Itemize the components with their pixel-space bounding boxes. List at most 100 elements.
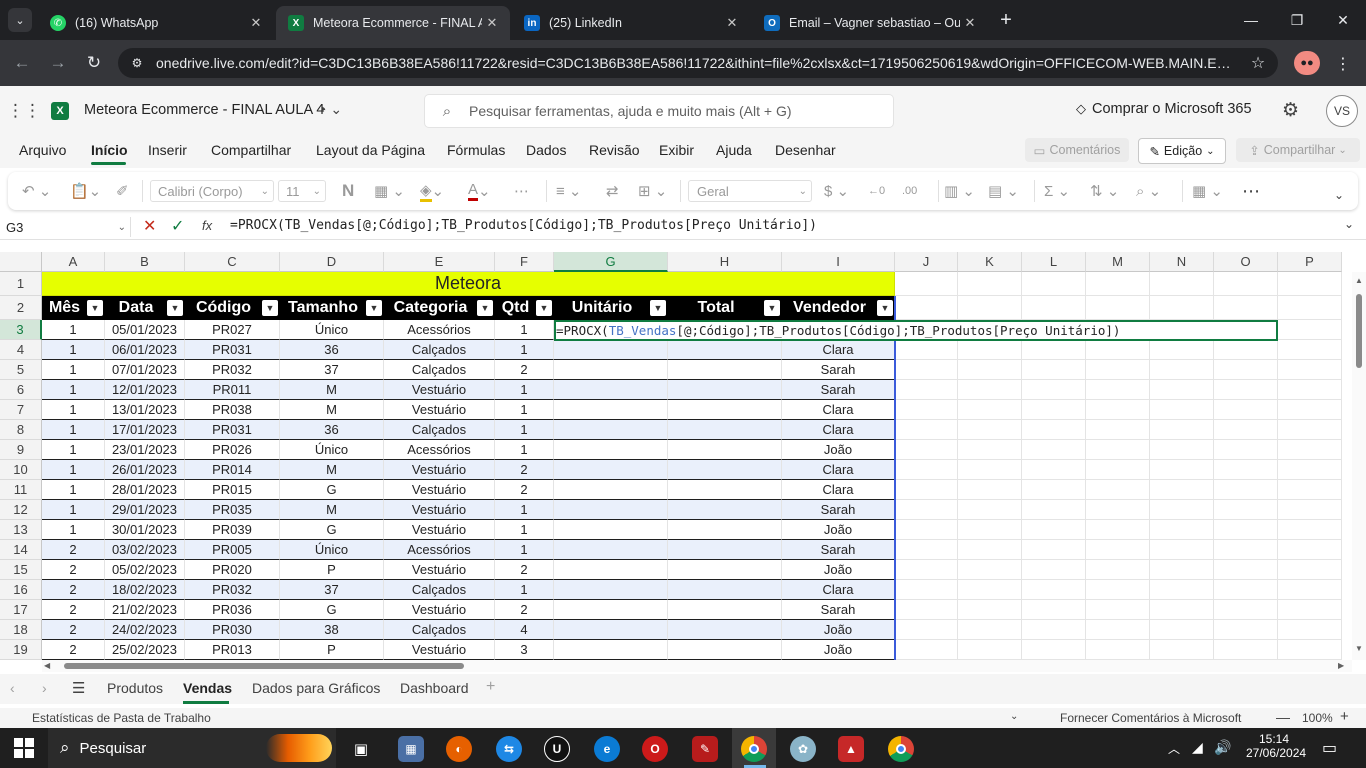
empty-cell[interactable] xyxy=(958,460,1022,480)
url-field[interactable]: ⚙ onedrive.live.com/edit?id=C3DC13B6B38E… xyxy=(118,48,1278,78)
tab-compartilhar[interactable]: Compartilhar xyxy=(211,142,291,158)
table-cell-data[interactable]: 25/02/2023 xyxy=(105,640,185,660)
table-cell-categoria[interactable]: Calçados xyxy=(384,360,495,380)
table-cell-empty[interactable] xyxy=(554,420,668,440)
table-cell-tamanho[interactable]: G xyxy=(280,480,384,500)
table-cell-tamanho[interactable]: Único xyxy=(280,540,384,560)
table-cell-categoria[interactable]: Calçados xyxy=(384,340,495,360)
name-box[interactable]: G3 ⌄ xyxy=(6,216,126,238)
empty-cell[interactable] xyxy=(895,560,958,580)
table-cell-codigo[interactable]: PR027 xyxy=(185,320,280,340)
chevron-down-icon[interactable]: ⌄ xyxy=(1010,711,1018,722)
table-cell-qtd[interactable]: 1 xyxy=(495,580,554,600)
empty-cell[interactable] xyxy=(895,400,958,420)
empty-cell[interactable] xyxy=(1214,620,1278,640)
table-cell-categoria[interactable]: Acessórios xyxy=(384,320,495,340)
unreal-icon[interactable]: U xyxy=(544,736,570,762)
table-cell-tamanho[interactable]: 36 xyxy=(280,420,384,440)
empty-cell[interactable] xyxy=(958,400,1022,420)
table-cell-categoria[interactable]: Vestuário xyxy=(384,460,495,480)
empty-cell[interactable] xyxy=(1214,420,1278,440)
row-header[interactable]: 12 xyxy=(0,500,42,520)
empty-cell[interactable] xyxy=(1086,620,1150,640)
sheet-title[interactable]: Meteora xyxy=(42,272,895,296)
table-cell-data[interactable]: 13/01/2023 xyxy=(105,400,185,420)
maximize-button[interactable]: ❐ xyxy=(1274,0,1320,40)
empty-cell[interactable] xyxy=(1022,620,1086,640)
empty-cell[interactable] xyxy=(895,272,958,296)
table-cell-tamanho[interactable]: M xyxy=(280,460,384,480)
filter-dropdown-icon[interactable]: ▼ xyxy=(87,300,103,316)
volume-icon[interactable]: 🔊 xyxy=(1214,739,1231,756)
row-header[interactable]: 6 xyxy=(0,380,42,400)
filter-dropdown-icon[interactable]: ▼ xyxy=(877,300,893,316)
empty-cell[interactable] xyxy=(895,640,958,660)
table-header-0[interactable]: Mês ▼ xyxy=(42,296,105,320)
table-cell-data[interactable]: 23/01/2023 xyxy=(105,440,185,460)
conditional-format-icon[interactable]: ▥ ⌄ xyxy=(944,180,975,202)
empty-cell[interactable] xyxy=(1086,296,1150,320)
filter-dropdown-icon[interactable]: ▼ xyxy=(650,300,666,316)
profile-avatar-icon[interactable]: ●● xyxy=(1294,51,1320,75)
row-header[interactable]: 14 xyxy=(0,540,42,560)
forward-button[interactable]: → xyxy=(43,48,73,78)
empty-cell[interactable] xyxy=(958,340,1022,360)
column-header-o[interactable]: O xyxy=(1214,252,1278,272)
find-icon[interactable]: ⌕ ⌄ xyxy=(1136,180,1161,202)
decrease-decimal-icon[interactable]: .00 xyxy=(902,180,917,202)
table-cell-qtd[interactable]: 2 xyxy=(495,480,554,500)
empty-cell[interactable] xyxy=(1086,640,1150,660)
comments-button[interactable]: ▭ Comentários xyxy=(1025,138,1129,162)
table-cell-codigo[interactable]: PR035 xyxy=(185,500,280,520)
taskbar-search[interactable]: ⌕ Pesquisar xyxy=(48,728,336,768)
tab-ajuda[interactable]: Ajuda xyxy=(716,142,752,158)
table-cell-codigo[interactable]: PR032 xyxy=(185,580,280,600)
increase-decimal-icon[interactable]: ←0 xyxy=(868,180,885,202)
empty-cell[interactable] xyxy=(1022,640,1086,660)
app-launcher-icon[interactable]: ⋮⋮ xyxy=(7,101,41,121)
format-as-table-icon[interactable]: ▤ ⌄ xyxy=(988,180,1019,202)
next-sheet-icon[interactable]: › xyxy=(42,680,47,696)
table-cell-mes[interactable]: 2 xyxy=(42,600,105,620)
empty-cell[interactable] xyxy=(1150,340,1214,360)
table-cell-qtd[interactable]: 1 xyxy=(495,520,554,540)
empty-cell[interactable] xyxy=(958,620,1022,640)
table-cell-codigo[interactable]: PR015 xyxy=(185,480,280,500)
table-cell-empty[interactable] xyxy=(668,340,782,360)
close-window-button[interactable]: ✕ xyxy=(1320,0,1366,40)
table-cell-empty[interactable] xyxy=(668,460,782,480)
tray-expand-icon[interactable]: ︿ xyxy=(1168,740,1180,757)
table-cell-codigo[interactable]: PR030 xyxy=(185,620,280,640)
empty-cell[interactable] xyxy=(1278,560,1342,580)
column-header-d[interactable]: D xyxy=(280,252,384,272)
table-header-8[interactable]: Vendedor ▼ xyxy=(782,296,895,320)
table-cell-data[interactable]: 21/02/2023 xyxy=(105,600,185,620)
autosum-icon[interactable]: Σ ⌄ xyxy=(1044,180,1070,202)
table-cell-data[interactable]: 28/01/2023 xyxy=(105,480,185,500)
empty-cell[interactable] xyxy=(1022,380,1086,400)
table-cell-empty[interactable] xyxy=(668,540,782,560)
empty-cell[interactable] xyxy=(1150,440,1214,460)
table-cell-empty[interactable] xyxy=(668,500,782,520)
sheet-tab-produtos[interactable]: Produtos xyxy=(107,680,163,696)
row-header[interactable]: 19 xyxy=(0,640,42,660)
browser-tab-linkedin[interactable]: in (25) LinkedIn ✕ xyxy=(512,6,750,40)
table-cell-empty[interactable] xyxy=(554,460,668,480)
edit-mode-button[interactable]: ✎ Edição ⌄ xyxy=(1138,138,1226,164)
empty-cell[interactable] xyxy=(895,340,958,360)
fx-icon[interactable]: fx xyxy=(202,218,212,233)
empty-cell[interactable] xyxy=(1086,500,1150,520)
table-cell-mes[interactable]: 1 xyxy=(42,460,105,480)
empty-cell[interactable] xyxy=(958,296,1022,320)
empty-cell[interactable] xyxy=(1086,400,1150,420)
tab-exibir[interactable]: Exibir xyxy=(659,142,694,158)
empty-cell[interactable] xyxy=(1086,360,1150,380)
empty-cell[interactable] xyxy=(1022,480,1086,500)
paint-icon[interactable]: ✿ xyxy=(790,736,816,762)
table-cell-mes[interactable]: 1 xyxy=(42,420,105,440)
table-cell-categoria[interactable]: Vestuário xyxy=(384,400,495,420)
settings-gear-icon[interactable]: ⚙ xyxy=(1282,99,1299,122)
empty-cell[interactable] xyxy=(1150,640,1214,660)
empty-cell[interactable] xyxy=(895,360,958,380)
opera-icon[interactable]: O xyxy=(642,736,668,762)
